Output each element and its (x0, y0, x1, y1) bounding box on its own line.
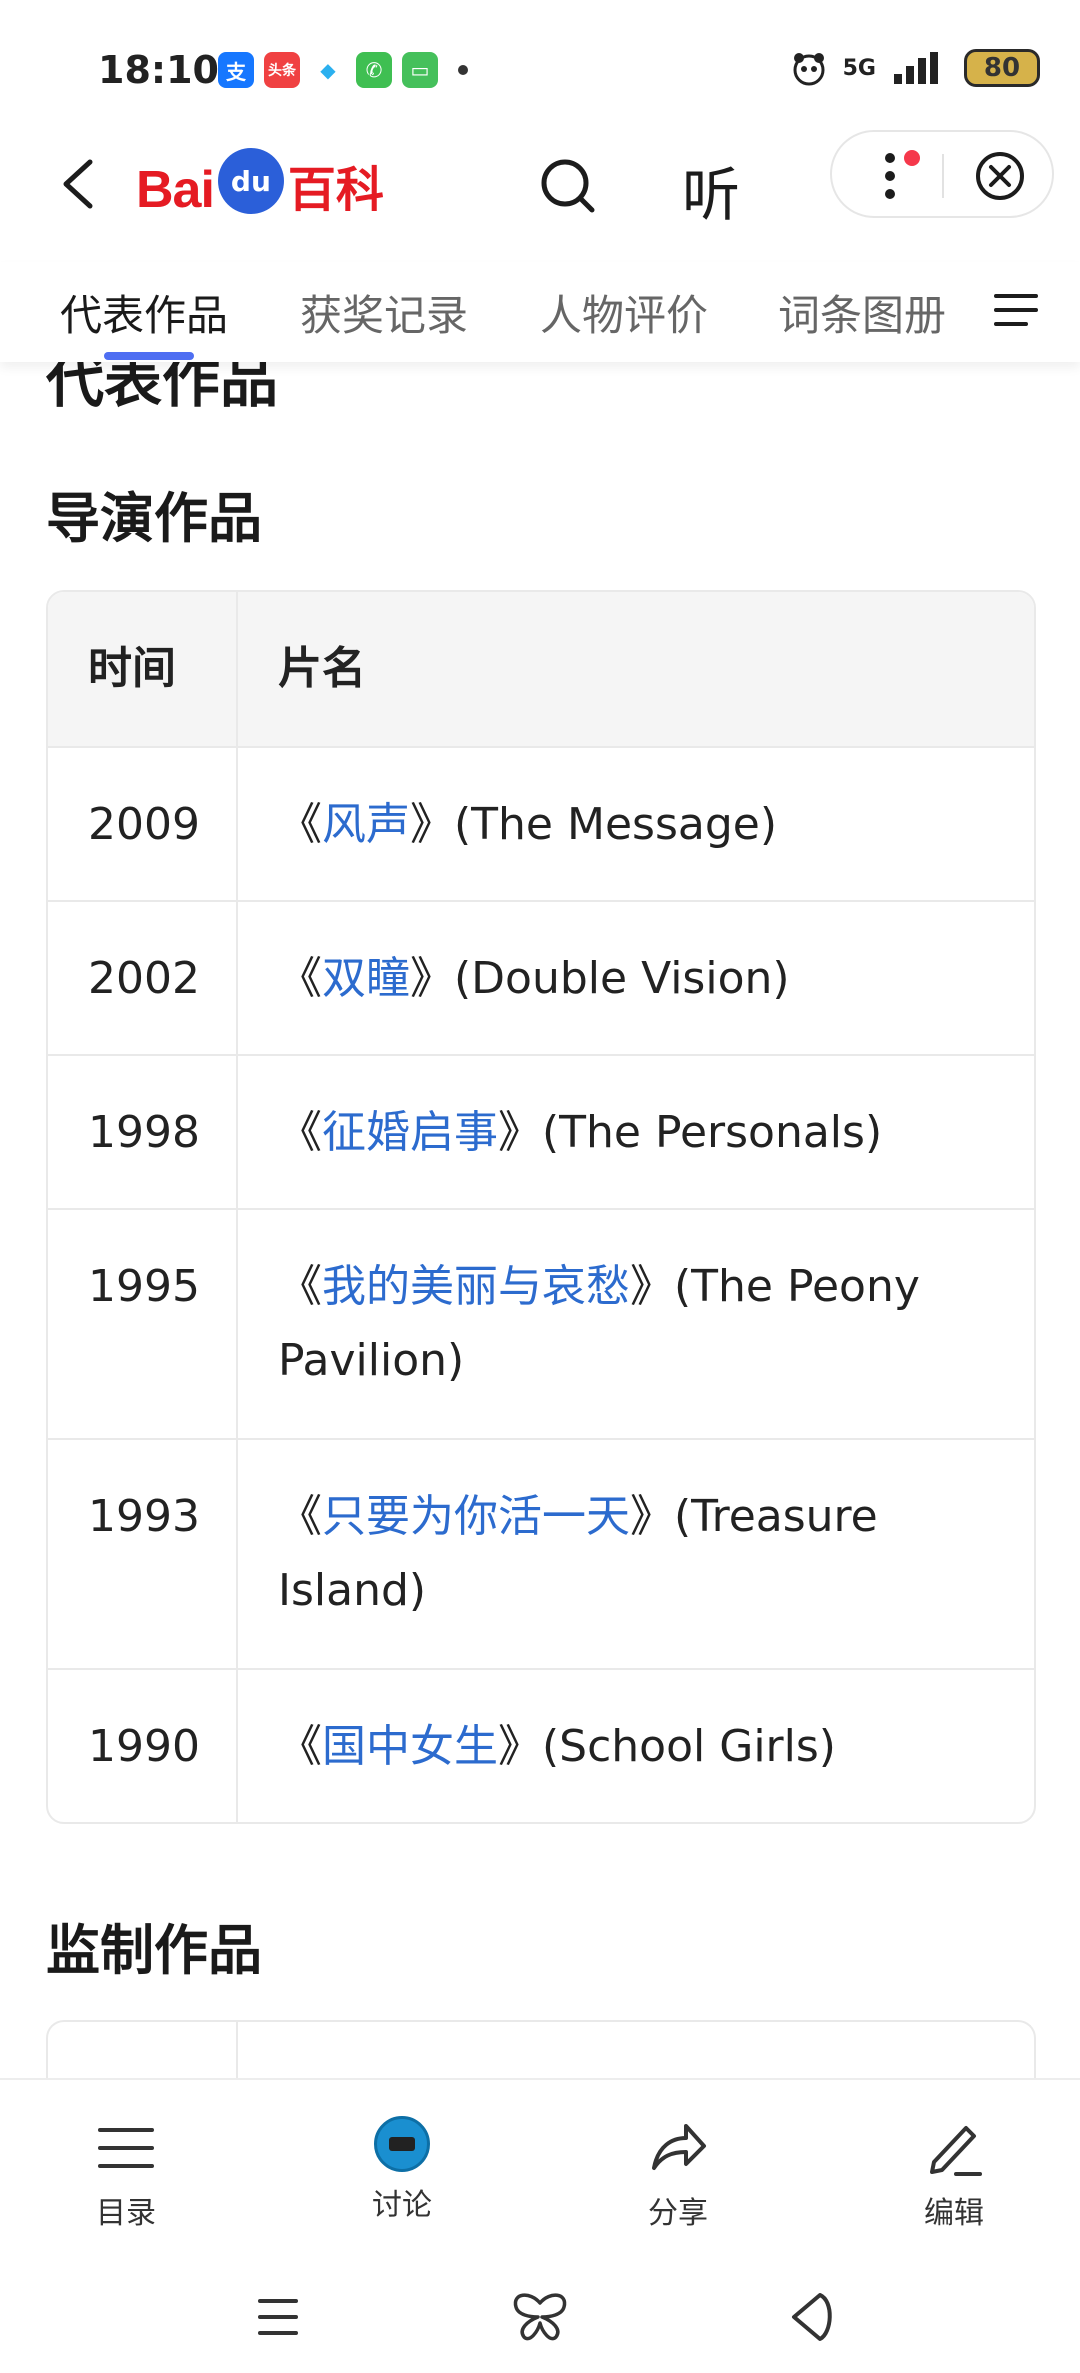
signal-icon (894, 52, 938, 84)
film-link[interactable]: 征婚启事 (322, 1107, 498, 1158)
row-title: 《我的美丽与哀愁》(The Peony Pavilion) (238, 1210, 1034, 1438)
bracket-close: 》 (410, 953, 454, 1004)
table-row: 1990 《国中女生》(School Girls) (48, 1668, 1034, 1822)
film-link[interactable]: 风声 (322, 799, 410, 850)
film-link[interactable]: 我的美丽与哀愁 (322, 1261, 630, 1312)
network-type: 5G (842, 55, 876, 81)
row-title: 《风声》(The Message) (238, 748, 1034, 900)
director-works-table: 时间 片名 2009 《风声》(The Message) 2002 《双瞳》(D… (46, 590, 1036, 1824)
film-link[interactable]: 只要为你活一天 (322, 1491, 630, 1542)
panda-icon (793, 53, 825, 86)
paw-logo-icon: du (217, 148, 284, 214)
row-year: 1998 (48, 1056, 238, 1208)
edit-label: 编辑 (924, 2196, 984, 2231)
system-icons: 5G 80 (789, 48, 1040, 88)
english-title: (School Girls) (542, 1721, 836, 1772)
english-title: (The Message) (454, 799, 777, 850)
row-year: 2009 (48, 748, 238, 900)
more-notifications-dot (458, 65, 468, 75)
bracket-open: 《 (278, 953, 322, 1004)
message-icon: ▭ (402, 52, 438, 88)
film-link[interactable]: 国中女生 (322, 1721, 498, 1772)
share-button[interactable]: 分享 (608, 2116, 748, 2232)
bracket-close: 》 (410, 799, 454, 850)
tab-evaluation[interactable]: 人物评价 (540, 282, 708, 343)
baidu-baike-logo: Bai du 百科 (136, 148, 384, 220)
notification-icons: 支 头条 ◆ ✆ ▭ (218, 52, 468, 88)
bracket-open: 《 (278, 1491, 322, 1542)
bracket-open: 《 (278, 1107, 322, 1158)
edit-pencil-icon (930, 2126, 982, 2176)
section-heading-producer: 监制作品 (46, 1919, 262, 1982)
bracket-close: 》 (630, 1491, 674, 1542)
alipay-icon: 支 (218, 52, 254, 88)
back-nav-icon[interactable] (780, 2285, 844, 2349)
row-year: 2002 (48, 902, 238, 1054)
bracket-close: 》 (498, 1721, 542, 1772)
row-year: 1990 (48, 1670, 238, 1822)
list-icon (98, 2128, 154, 2168)
menu-icon[interactable] (992, 286, 1040, 334)
table-row: 1993 《只要为你活一天》(Treasure Island) (48, 1438, 1034, 1668)
row-title: 《国中女生》(School Girls) (238, 1670, 1034, 1822)
status-bar: 18:10 支 头条 ◆ ✆ ▭ 5G 80 (0, 0, 1080, 130)
table-header-row: 时间 片名 (48, 592, 1034, 746)
edit-button[interactable]: 编辑 (884, 2116, 1024, 2232)
bracket-close: 》 (630, 1261, 674, 1312)
table-row: 1998 《征婚启事》(The Personals) (48, 1054, 1034, 1208)
back-icon[interactable] (52, 156, 108, 212)
discuss-label: 讨论 (372, 2188, 432, 2223)
table-row: 1995 《我的美丽与哀愁》(The Peony Pavilion) (48, 1208, 1034, 1438)
phone-icon: ✆ (356, 52, 392, 88)
english-title: (The Personals) (542, 1107, 883, 1158)
discussion-avatar-icon (374, 2116, 430, 2172)
notification-red-dot (904, 150, 920, 166)
mini-program-capsule (830, 130, 1054, 218)
app-header: Bai du 百科 听 (0, 130, 1080, 240)
bracket-open: 《 (278, 799, 322, 850)
logo-bai-text: Bai (136, 161, 215, 219)
toutiao-icon: 头条 (264, 52, 300, 88)
system-nav-bar (0, 2263, 1080, 2373)
share-label: 分享 (648, 2196, 708, 2231)
battery-indicator: 80 (964, 49, 1040, 87)
row-title: 《只要为你活一天》(Treasure Island) (238, 1440, 1034, 1668)
listen-button[interactable]: 听 (682, 148, 740, 232)
row-year: 1995 (48, 1210, 238, 1438)
table-row: 2002 《双瞳》(Double Vision) (48, 900, 1034, 1054)
film-link[interactable]: 双瞳 (322, 953, 410, 1004)
english-title: (Double Vision) (454, 953, 790, 1004)
close-icon[interactable] (972, 148, 1028, 204)
header-title: 片名 (278, 643, 366, 694)
section-heading-director: 导演作品 (46, 487, 262, 550)
row-title: 《征婚启事》(The Personals) (238, 1056, 1034, 1208)
tab-gallery[interactable]: 词条图册 (778, 282, 946, 343)
bracket-close: 》 (498, 1107, 542, 1158)
bottom-action-bar: 目录 讨论 分享 编辑 (0, 2078, 1080, 2263)
map-icon: ◆ (310, 52, 346, 88)
tab-awards[interactable]: 获奖记录 (300, 282, 468, 343)
toc-label: 目录 (96, 2196, 156, 2231)
table-row: 2009 《风声》(The Message) (48, 746, 1034, 900)
logo-baike-text: 百科 (287, 162, 384, 218)
row-year: 1993 (48, 1440, 238, 1668)
row-title: 《双瞳》(Double Vision) (238, 902, 1034, 1054)
more-options-icon[interactable] (884, 152, 896, 200)
recent-apps-icon[interactable] (246, 2285, 310, 2349)
tab-representative-works[interactable]: 代表作品 (60, 282, 228, 343)
discuss-button[interactable]: 讨论 (332, 2116, 472, 2224)
share-icon (652, 2124, 706, 2170)
header-year: 时间 (48, 592, 238, 746)
active-tab-indicator (104, 352, 194, 360)
bracket-open: 《 (278, 1261, 322, 1312)
bracket-open: 《 (278, 1721, 322, 1772)
search-icon[interactable] (538, 156, 598, 216)
status-time: 18:10 (98, 48, 219, 92)
toc-button[interactable]: 目录 (56, 2116, 196, 2232)
capsule-divider (942, 154, 944, 198)
home-butterfly-icon[interactable] (508, 2285, 572, 2349)
section-tabs: 代表作品 获奖记录 人物评价 词条图册 (0, 262, 1080, 362)
